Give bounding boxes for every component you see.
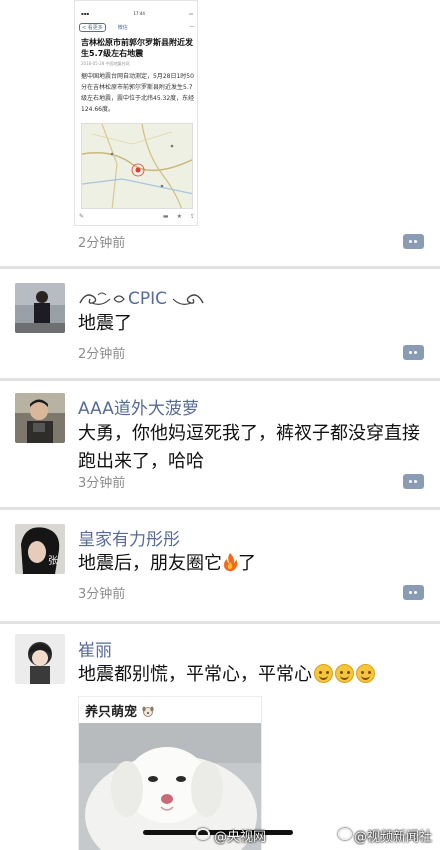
smile-emoji-icon xyxy=(356,664,375,683)
article-toolbar: ✎ ▬ ★ ⇪ xyxy=(79,211,195,221)
post-text: 地震都别慌，平常心，平常心 xyxy=(78,661,424,689)
post-text: 地震了 xyxy=(78,313,132,334)
status-time: 17:44 xyxy=(133,11,145,16)
star-icon[interactable]: ★ xyxy=(177,213,182,220)
moments-feed: ▪▪▪ 17:44 ▭ < 看更多 微信 ··· 吉林松原市前郭尔罗斯县附近发生… xyxy=(0,0,440,850)
poster-name[interactable]: AAA道外大菠萝 xyxy=(78,394,199,419)
battery-icon: ▭ xyxy=(189,11,193,16)
moment-post: AAA道外大菠萝 大勇，你他妈逗死我了，裤衩子都没穿直接跑出来了，哈哈 3分钟前 xyxy=(0,381,440,507)
article-title: 吉林松原市前郭尔罗斯县附近发生5.7级左右地震 xyxy=(81,38,193,58)
smile-emoji-icon xyxy=(335,664,354,683)
post-text: 大勇，你他妈逗死我了，裤衩子都没穿直接跑出来了，哈哈 xyxy=(78,423,420,472)
avatar-image xyxy=(15,393,65,443)
comment-button[interactable] xyxy=(403,585,424,600)
signal-icon: ▪▪▪ xyxy=(81,11,90,16)
weibo-logo-icon xyxy=(338,828,352,840)
swirl-ornament-left-icon xyxy=(79,292,111,305)
moment-post-shared-article: ▪▪▪ 17:44 ▭ < 看更多 微信 ··· 吉林松原市前郭尔罗斯县附近发生… xyxy=(0,0,440,266)
article-meta: 2018-05-28 中国地震台网 xyxy=(81,61,130,66)
avatar-image xyxy=(15,283,65,333)
shared-article-screenshot[interactable]: ▪▪▪ 17:44 ▭ < 看更多 微信 ··· 吉林松原市前郭尔罗斯县附近发生… xyxy=(74,0,198,226)
post-text-before: 地震后，朋友圈它 xyxy=(78,553,222,574)
more-icon[interactable]: ··· xyxy=(189,24,195,31)
shared-image-label: 养只萌宠 xyxy=(85,701,154,720)
comment-icon[interactable]: ▬ xyxy=(163,213,169,220)
post-time: 3分钟前 xyxy=(78,476,126,491)
shared-image-label-text: 养只萌宠 xyxy=(85,705,138,720)
earthquake-map xyxy=(81,123,193,209)
poster-name[interactable]: 皇家有力彤彤 xyxy=(78,525,180,550)
post-time: 2分钟前 xyxy=(78,347,126,362)
ornament-mark-icon xyxy=(113,295,125,303)
dog-face-icon xyxy=(141,706,154,717)
comment-button[interactable] xyxy=(403,345,424,360)
comment-button[interactable] xyxy=(403,474,424,489)
post-text-main: 地震都别慌，平常心，平常心 xyxy=(78,664,312,685)
avatar-image: 张 xyxy=(15,524,65,574)
avatar[interactable] xyxy=(15,283,65,333)
watermark-left: @央视网 xyxy=(214,830,267,845)
swirl-ornament-right-icon xyxy=(172,294,204,305)
edit-icon[interactable]: ✎ xyxy=(79,213,84,220)
post-text: 地震后，朋友圈它 了 xyxy=(78,550,424,578)
poster-name-block[interactable]: CPIC xyxy=(78,287,205,311)
poster-name: CPIC xyxy=(128,289,168,309)
smile-emoji-icon xyxy=(314,664,333,683)
article-nav-bar: < 看更多 微信 ··· xyxy=(79,20,195,34)
fire-emoji-icon xyxy=(224,553,238,572)
map-graphic xyxy=(82,124,192,208)
post-time: 2分钟前 xyxy=(78,236,126,251)
back-button[interactable]: < 看更多 xyxy=(79,22,106,32)
post-text-after: 了 xyxy=(238,553,256,574)
article-status-bar: ▪▪▪ 17:44 ▭ xyxy=(81,11,193,16)
watermark-right: @视频新闻社 xyxy=(354,830,433,845)
avatar[interactable] xyxy=(15,634,65,684)
share-icon[interactable]: ⇪ xyxy=(190,213,195,220)
moment-post: CPIC 地震了 2分钟前 xyxy=(0,269,440,378)
nav-label: 微信 xyxy=(117,24,128,31)
weibo-logo-icon xyxy=(196,828,210,840)
poster-name[interactable]: 崔丽 xyxy=(78,636,112,661)
article-body: 据中国地震台网自动测定，5月28日1时50分在吉林松原市前郭尔罗斯县附近发生5.… xyxy=(81,73,195,113)
avatar-image xyxy=(15,634,65,684)
post-time: 3分钟前 xyxy=(78,587,126,602)
avatar[interactable]: 张 xyxy=(15,524,65,574)
comment-button[interactable] xyxy=(403,234,424,249)
moment-post: 张 皇家有力彤彤 地震后，朋友圈它 了 3分钟前 xyxy=(0,510,440,621)
svg-text:张: 张 xyxy=(48,555,58,567)
moment-post: 崔丽 地震都别慌，平常心，平常心 养只萌宠 xyxy=(0,624,440,850)
avatar[interactable] xyxy=(15,393,65,443)
